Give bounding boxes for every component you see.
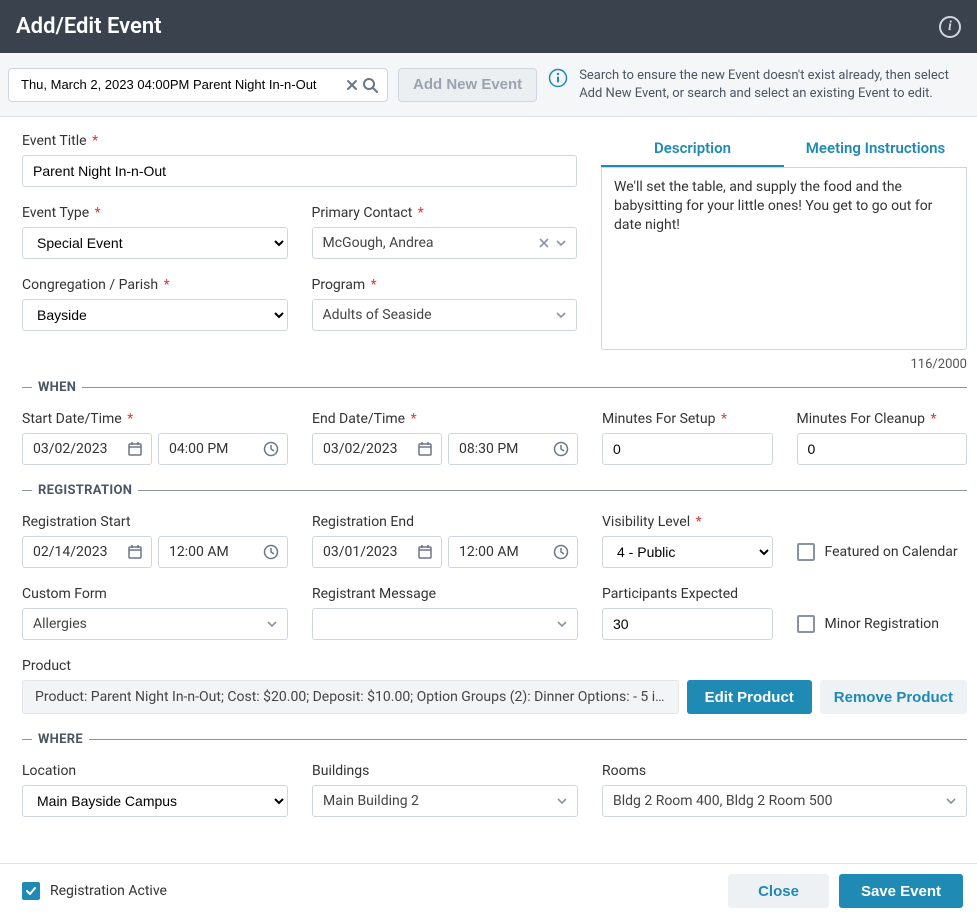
search-bar: Add New Event Search to ensure the new E…: [0, 53, 977, 117]
buildings-label: Buildings: [312, 763, 578, 779]
product-label: Product: [22, 658, 967, 674]
event-type-select[interactable]: Special Event: [22, 227, 288, 259]
end-datetime-label: End Date/Time *: [312, 411, 578, 427]
dialog-title: Add/Edit Event: [16, 14, 162, 39]
reg-start-time-input[interactable]: 12:00 AM: [158, 536, 288, 568]
chevron-down-icon[interactable]: [557, 798, 567, 804]
reg-end-date-input[interactable]: 03/01/2023: [312, 536, 442, 568]
close-button[interactable]: Close: [728, 874, 829, 908]
end-date-input[interactable]: 03/02/2023: [312, 433, 442, 465]
clock-icon: [553, 544, 569, 560]
event-search-field[interactable]: [8, 68, 388, 102]
tab-meeting-instructions[interactable]: Meeting Instructions: [784, 133, 967, 167]
registrant-msg-combo[interactable]: [312, 608, 578, 640]
participants-label: Participants Expected: [602, 586, 773, 602]
participants-input[interactable]: [602, 608, 773, 640]
section-where: WHERE: [22, 732, 967, 747]
featured-checkbox[interactable]: [797, 543, 815, 561]
reg-start-label: Registration Start: [22, 514, 288, 530]
buildings-combo[interactable]: Main Building 2: [312, 785, 578, 817]
description-char-count: 116/2000: [601, 357, 967, 372]
location-label: Location: [22, 763, 288, 779]
description-textarea[interactable]: [601, 168, 967, 350]
registrant-msg-label: Registrant Message: [312, 586, 578, 602]
calendar-icon: [127, 441, 143, 457]
add-new-event-button[interactable]: Add New Event: [398, 68, 537, 102]
event-search-input[interactable]: [17, 77, 343, 92]
start-datetime-label: Start Date/Time *: [22, 411, 288, 427]
visibility-select[interactable]: 4 - Public: [602, 536, 773, 568]
registration-active-label: Registration Active: [50, 883, 167, 899]
section-when: WHEN: [22, 380, 967, 395]
registration-active-checkbox[interactable]: [22, 882, 40, 900]
primary-contact-label: Primary Contact *: [312, 205, 578, 221]
start-time-input[interactable]: 04:00 PM: [158, 433, 288, 465]
program-label: Program *: [312, 277, 578, 293]
start-date-input[interactable]: 03/02/2023: [22, 433, 152, 465]
clear-contact-icon[interactable]: [538, 237, 550, 249]
event-title-label: Event Title *: [22, 133, 577, 149]
custom-form-label: Custom Form: [22, 586, 288, 602]
form-body: Event Title * Event Type * Special Event…: [0, 117, 977, 863]
rooms-combo[interactable]: Bldg 2 Room 400, Bldg 2 Room 500: [602, 785, 967, 817]
reg-start-date-input[interactable]: 02/14/2023: [22, 536, 152, 568]
rooms-label: Rooms: [602, 763, 967, 779]
chevron-down-icon[interactable]: [946, 798, 956, 804]
setup-minutes-input[interactable]: [602, 433, 773, 465]
search-icon[interactable]: [361, 76, 379, 94]
product-summary: Product: Parent Night In-n-Out; Cost: $2…: [22, 680, 679, 714]
chevron-down-icon[interactable]: [557, 621, 567, 627]
cleanup-minutes-input[interactable]: [797, 433, 968, 465]
calendar-icon: [417, 441, 433, 457]
chevron-down-icon[interactable]: [556, 312, 566, 318]
featured-label: Featured on Calendar: [825, 544, 958, 560]
clock-icon: [263, 544, 279, 560]
tab-description[interactable]: Description: [601, 133, 784, 167]
congregation-label: Congregation / Parish *: [22, 277, 288, 293]
custom-form-combo[interactable]: Allergies: [22, 608, 288, 640]
visibility-label: Visibility Level *: [602, 514, 773, 530]
reg-end-time-input[interactable]: 12:00 AM: [448, 536, 578, 568]
minor-registration-checkbox[interactable]: [797, 615, 815, 633]
chevron-down-icon[interactable]: [556, 240, 566, 246]
clock-icon: [263, 441, 279, 457]
program-combo[interactable]: Adults of Seaside: [312, 299, 578, 331]
clock-icon: [553, 441, 569, 457]
location-select[interactable]: Main Bayside Campus: [22, 785, 288, 817]
edit-product-button[interactable]: Edit Product: [687, 680, 812, 714]
event-title-input[interactable]: [22, 155, 577, 187]
primary-contact-combo[interactable]: McGough, Andrea: [312, 227, 578, 259]
end-time-input[interactable]: 08:30 PM: [448, 433, 578, 465]
clear-search-icon[interactable]: [343, 76, 361, 94]
chevron-down-icon[interactable]: [267, 621, 277, 627]
calendar-icon: [127, 544, 143, 560]
congregation-select[interactable]: Bayside: [22, 299, 288, 331]
help-info-icon[interactable]: i: [939, 16, 961, 38]
description-tabs: Description Meeting Instructions: [601, 133, 967, 168]
dialog-header: Add/Edit Event i: [0, 0, 977, 53]
section-registration: REGISTRATION: [22, 483, 967, 498]
search-hint: Search to ensure the new Event doesn't e…: [547, 67, 965, 102]
setup-minutes-label: Minutes For Setup *: [602, 411, 773, 427]
event-type-label: Event Type *: [22, 205, 288, 221]
cleanup-minutes-label: Minutes For Cleanup *: [797, 411, 968, 427]
reg-end-label: Registration End: [312, 514, 578, 530]
remove-product-button[interactable]: Remove Product: [820, 680, 967, 714]
save-event-button[interactable]: Save Event: [839, 874, 963, 908]
dialog-footer: Registration Active Close Save Event: [0, 863, 977, 920]
info-icon: [547, 67, 569, 89]
calendar-icon: [417, 544, 433, 560]
search-hint-text: Search to ensure the new Event doesn't e…: [579, 67, 965, 102]
minor-registration-label: Minor Registration: [825, 616, 939, 632]
